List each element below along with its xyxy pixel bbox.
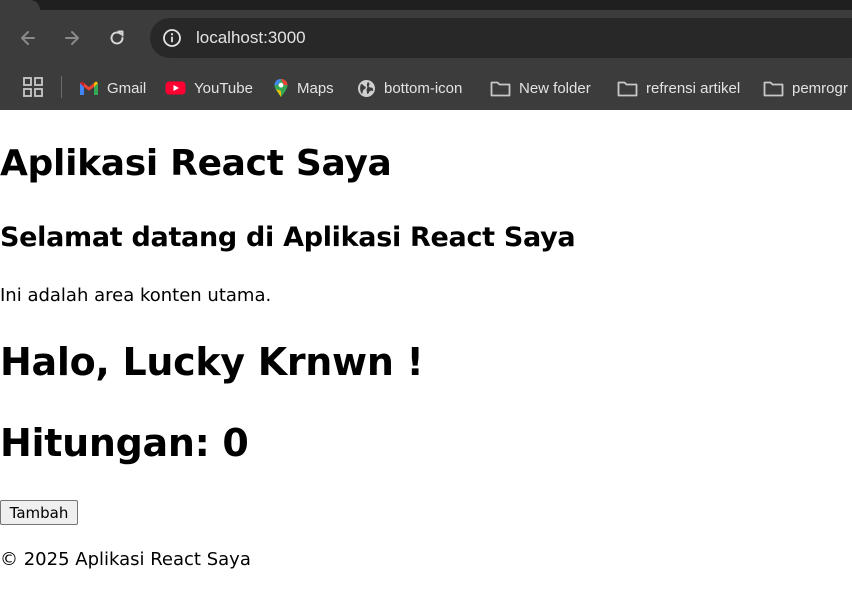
bookmark-maps[interactable]: Maps (273, 74, 334, 102)
bookmarks-divider (61, 76, 62, 98)
app-title: Aplikasi React Saya (0, 143, 392, 184)
reload-button[interactable] (103, 24, 131, 52)
welcome-heading: Selamat datang di Aplikasi React Saya (0, 222, 576, 253)
bookmark-label: Maps (297, 79, 334, 97)
browser-chrome: localhost:3000 Gmail YouTube Maps bottom… (0, 0, 852, 110)
globe-icon (358, 79, 375, 97)
info-icon[interactable] (162, 28, 182, 48)
bookmark-refrensi-artikel[interactable]: refrensi artikel (617, 74, 740, 102)
bookmark-gmail[interactable]: Gmail (79, 74, 146, 102)
tab-strip (0, 0, 852, 10)
counter-heading: Hitungan: 0 (0, 421, 249, 465)
bookmark-bottom-icon[interactable]: bottom-icon (357, 74, 462, 102)
footer-text: © 2025 Aplikasi React Saya (0, 549, 251, 570)
page-content: Aplikasi React Saya Selamat datang di Ap… (0, 110, 852, 600)
gmail-icon (80, 81, 98, 95)
forward-button[interactable] (58, 24, 86, 52)
bookmark-label: New folder (519, 79, 591, 97)
folder-icon (617, 81, 638, 96)
main-content-text: Ini adalah area konten utama. (0, 285, 272, 306)
bookmark-label: refrensi artikel (646, 79, 741, 97)
bookmark-new-folder[interactable]: New folder (490, 74, 591, 102)
bookmark-label: YouTube (194, 79, 253, 97)
youtube-icon (165, 81, 186, 95)
browser-toolbar: localhost:3000 (0, 10, 852, 66)
arrow-right-icon (65, 31, 79, 45)
url-text[interactable]: localhost:3000 (196, 28, 306, 48)
folder-icon (490, 81, 511, 96)
add-button[interactable]: Tambah (0, 500, 78, 525)
maps-pin-icon (274, 79, 288, 97)
bookmark-label: Gmail (107, 79, 147, 97)
folder-icon (763, 81, 784, 96)
active-tab-edge (0, 0, 40, 10)
bookmark-label: pemrogr (792, 79, 848, 97)
address-bar[interactable]: localhost:3000 (150, 18, 852, 58)
back-button[interactable] (14, 24, 42, 52)
apps-grid-icon[interactable] (22, 76, 44, 98)
bookmark-youtube[interactable]: YouTube (165, 74, 253, 102)
arrow-left-icon (21, 31, 35, 45)
bookmark-label: bottom-icon (384, 79, 463, 97)
reload-icon (110, 30, 124, 45)
bookmark-pemrogr[interactable]: pemrogr (763, 74, 848, 102)
greeting-heading: Halo, Lucky Krnwn ! (0, 340, 424, 384)
bookmarks-bar: Gmail YouTube Maps bottom-icon New folde… (0, 66, 852, 110)
